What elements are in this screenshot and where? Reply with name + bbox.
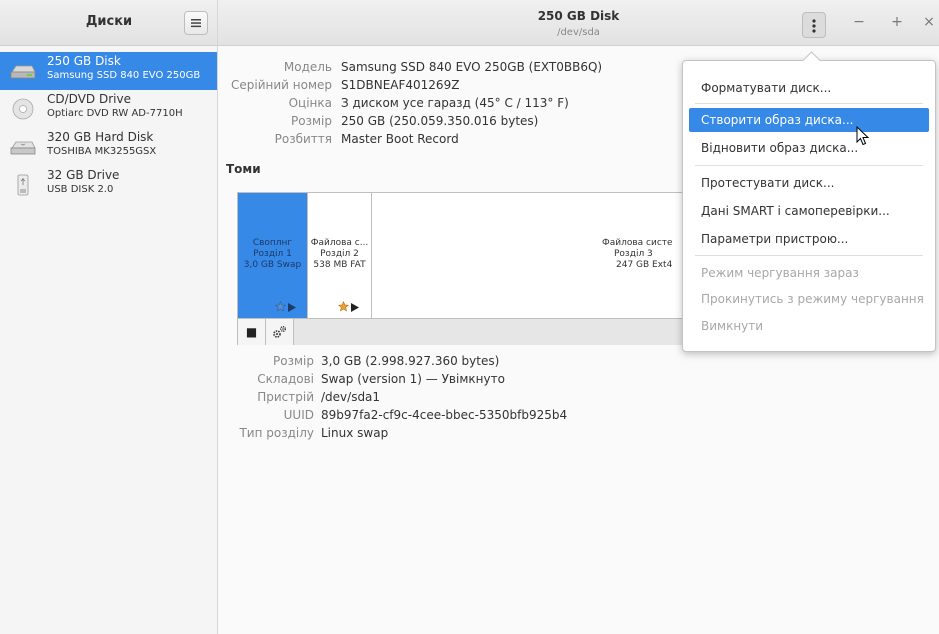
info-value: S1DBNEAF401269Z <box>341 78 460 92</box>
partition-number: Розділ 3 <box>614 249 653 259</box>
star-icon <box>275 301 286 312</box>
kebab-menu-icon <box>812 19 816 33</box>
info-key: Пристрій <box>257 390 314 404</box>
partition-size: 247 GB Ext4 <box>616 260 673 270</box>
partition-settings-button[interactable] <box>266 319 294 345</box>
maximize-button[interactable]: + <box>888 14 906 30</box>
hamburger-icon <box>191 19 201 28</box>
info-value: /dev/sda1 <box>321 390 381 404</box>
drive-list: 250 GB Disk Samsung SSD 840 EVO 250GB CD… <box>0 52 217 204</box>
menu-item-format-disk[interactable]: Форматувати диск... <box>689 76 929 100</box>
close-button[interactable]: × <box>920 14 938 30</box>
star-icon <box>338 301 349 312</box>
drive-model: TOSHIBA MK3255GSX <box>47 146 157 157</box>
menu-item-create-disk-image[interactable]: Створити образ диска... <box>689 108 929 132</box>
stop-button[interactable]: ■ <box>238 319 266 345</box>
volumes-title: Томи <box>226 162 261 176</box>
partition-size: 538 MB FAT <box>313 260 366 270</box>
drive-model: Optiarc DVD RW AD-7710H <box>47 108 183 119</box>
partition-number: Розділ 2 <box>320 249 359 259</box>
info-key: Розбиття <box>274 132 332 146</box>
info-key: Оцінка <box>288 96 332 110</box>
info-key: Розмір <box>291 114 332 128</box>
menu-separator <box>695 165 923 166</box>
disk-title: 250 GB Disk <box>537 9 620 23</box>
optical-drive-icon <box>12 98 34 120</box>
partition-number: Розділ 1 <box>253 249 292 259</box>
partition-type: Файлова с... <box>310 238 369 248</box>
info-value: Master Boot Record <box>341 132 459 146</box>
drive-item-250gb-disk[interactable]: 250 GB Disk Samsung SSD 840 EVO 250GB <box>0 52 217 90</box>
info-key: Серійний номер <box>230 78 332 92</box>
sidebar: Диски 250 GB Disk Samsung SSD 840 EVO 25… <box>0 0 218 634</box>
volume-map: Своплнг Розділ 1 3,0 GB Swap Файлова с..… <box>237 192 683 345</box>
drive-item-cd-dvd-drive[interactable]: CD/DVD Drive Optiarc DVD RW AD-7710H <box>0 90 217 128</box>
info-value: 3,0 GB (2.998.927.360 bytes) <box>321 354 500 368</box>
drive-model: Samsung SSD 840 EVO 250GB <box>47 70 201 81</box>
info-value: 250 GB (250.059.350.016 bytes) <box>341 114 539 128</box>
partition-size: 3,0 GB Swap <box>243 260 302 270</box>
partition-labels: Файлова с... Розділ 2 538 MB FAT <box>308 238 371 271</box>
drive-name: 320 GB Hard Disk <box>47 130 154 144</box>
disk-menu-button[interactable] <box>802 12 826 38</box>
partition-segment-3[interactable]: Файлова систе Розділ 3 247 GB Ext4 <box>372 193 682 318</box>
info-value: З диском усе гаразд (45° C / 113° F) <box>341 96 569 110</box>
hamburger-menu-button[interactable] <box>184 11 208 35</box>
gears-icon <box>272 326 286 338</box>
usb-drive-icon <box>17 174 29 196</box>
partition-segment-2[interactable]: Файлова с... Розділ 2 538 MB FAT <box>308 193 372 318</box>
sidebar-header: Диски <box>0 0 217 46</box>
menu-item-standby-now: Режим чергування зараз <box>701 266 859 280</box>
partition-labels: Своплнг Розділ 1 3,0 GB Swap <box>238 238 307 271</box>
menu-item-drive-settings[interactable]: Параметри пристрою... <box>689 227 929 251</box>
play-icon <box>288 303 296 312</box>
info-value: Swap (version 1) — Увімкнуто <box>321 372 505 386</box>
hard-disk-icon <box>10 141 36 155</box>
disk-actions-popover: Форматувати диск... Створити образ диска… <box>682 60 936 352</box>
menu-item-benchmark-disk[interactable]: Протестувати диск... <box>689 171 929 195</box>
disk-device-path: /dev/sda <box>557 27 600 38</box>
menu-separator <box>695 103 923 104</box>
drive-name: CD/DVD Drive <box>47 92 131 106</box>
mouse-cursor-icon <box>856 126 870 146</box>
info-key: UUID <box>283 408 314 422</box>
main-header: 250 GB Disk /dev/sda − + × <box>218 0 939 46</box>
menu-item-restore-disk-image[interactable]: Відновити образ диска... <box>689 136 929 160</box>
drive-model: USB DISK 2.0 <box>47 184 114 195</box>
info-key: Складові <box>257 372 314 386</box>
menu-item-smart-data[interactable]: Дані SMART і самоперевірки... <box>689 199 929 223</box>
disks-window: Диски 250 GB Disk Samsung SSD 840 EVO 25… <box>0 0 939 634</box>
menu-separator <box>695 255 923 256</box>
menu-item-wake-from-standby: Прокинутись з режиму чергування <box>701 292 924 306</box>
info-key: Тип розділу <box>239 426 314 440</box>
drive-name: 250 GB Disk <box>47 54 121 68</box>
play-icon <box>351 303 359 312</box>
drive-name: 32 GB Drive <box>47 168 120 182</box>
info-value: Samsung SSD 840 EVO 250GB (EXT0BB6Q) <box>341 60 603 74</box>
partition-labels: Файлова систе Розділ 3 247 GB Ext4 <box>602 238 682 271</box>
menu-item-power-off: Вимкнути <box>701 319 764 333</box>
info-value: 89b97fa2-cf9c-4cee-bbec-5350bfb925b4 <box>321 408 568 422</box>
minimize-button[interactable]: − <box>850 14 868 30</box>
info-key: Розмір <box>273 354 314 368</box>
drive-item-320gb-hard-disk[interactable]: 320 GB Hard Disk TOSHIBA MK3255GSX <box>0 128 217 166</box>
partition-type: Своплнг <box>252 238 293 248</box>
drive-item-32gb-drive[interactable]: 32 GB Drive USB DISK 2.0 <box>0 166 217 204</box>
partition-type: Файлова систе <box>602 238 673 248</box>
partition-segment-1[interactable]: Своплнг Розділ 1 3,0 GB Swap <box>238 193 308 318</box>
volume-toolbar: ■ <box>238 318 682 345</box>
ssd-icon <box>10 65 36 79</box>
info-value: Linux swap <box>321 426 389 440</box>
info-key: Модель <box>283 60 332 74</box>
